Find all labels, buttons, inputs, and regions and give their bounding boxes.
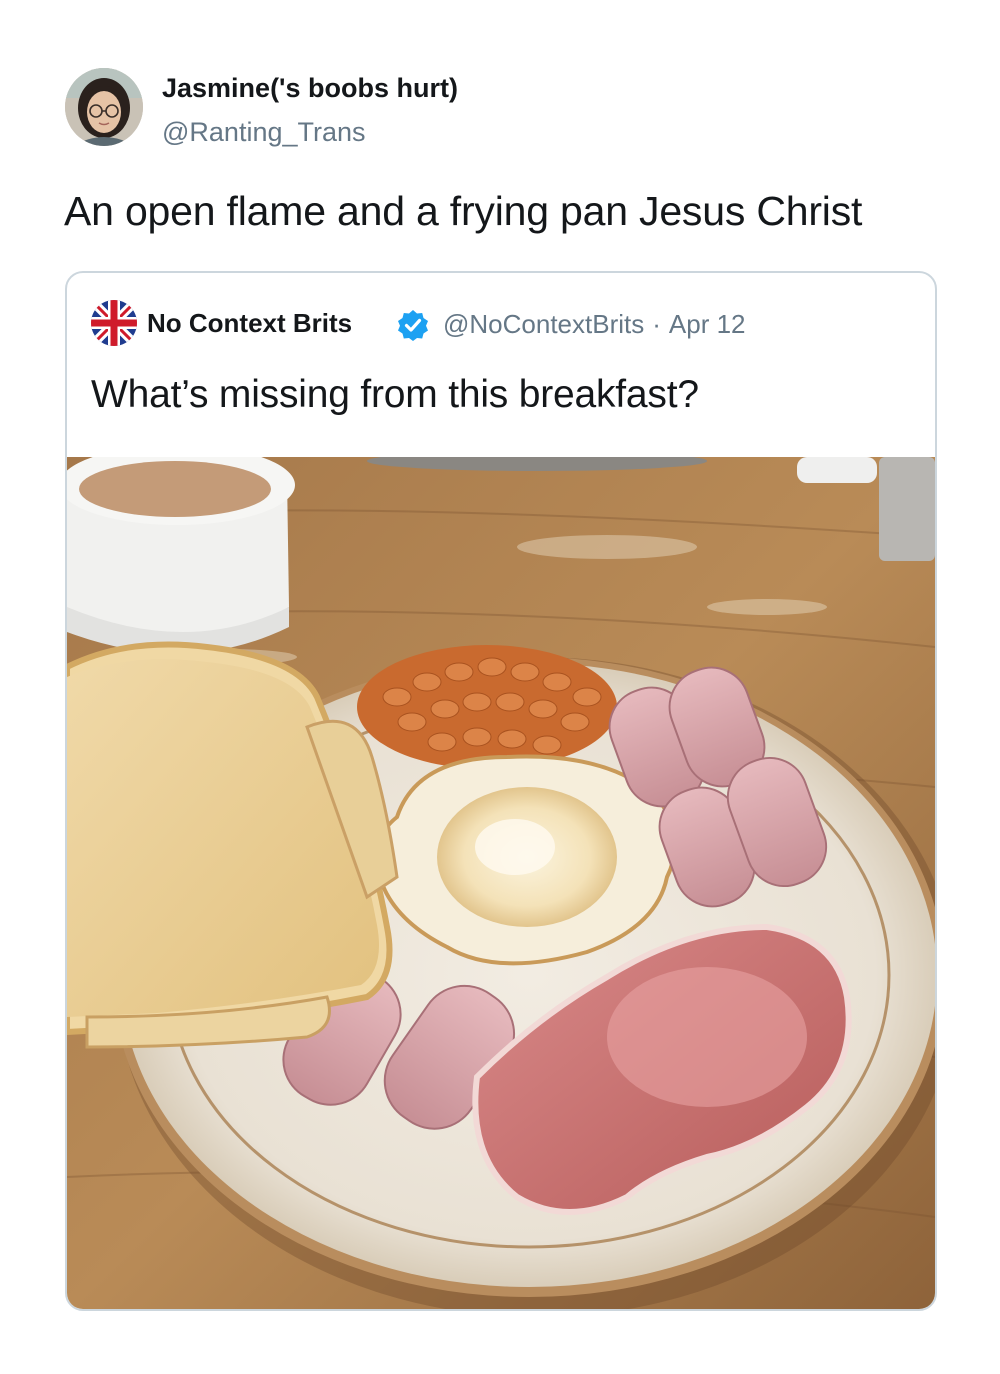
quoted-tweet-text: What’s missing from this breakfast? xyxy=(91,373,699,416)
quoted-author-avatar[interactable] xyxy=(91,300,137,346)
union-jack-avatar-icon xyxy=(91,300,137,346)
author-avatar[interactable] xyxy=(65,68,143,146)
quoted-author-display-name[interactable]: No Context Brits xyxy=(147,308,352,339)
breakfast-photo[interactable] xyxy=(67,457,935,1309)
quoted-meta: @NoContextBrits · Apr 12 xyxy=(443,309,746,340)
quoted-tweet-date[interactable]: Apr 12 xyxy=(669,309,746,339)
quoted-author-handle[interactable]: @NoContextBrits xyxy=(443,309,644,339)
author-handle[interactable]: @Ranting_Trans xyxy=(162,117,366,148)
verified-badge-icon xyxy=(397,309,429,341)
author-display-name[interactable]: Jasmine('s boobs hurt) xyxy=(162,73,458,104)
quoted-tweet-card[interactable]: No Context Brits @NoContextBrits · Apr 12 … xyxy=(65,271,937,1311)
tweet-text: An open flame and a frying pan Jesus Chr… xyxy=(64,188,863,234)
meta-separator: · xyxy=(652,309,661,339)
